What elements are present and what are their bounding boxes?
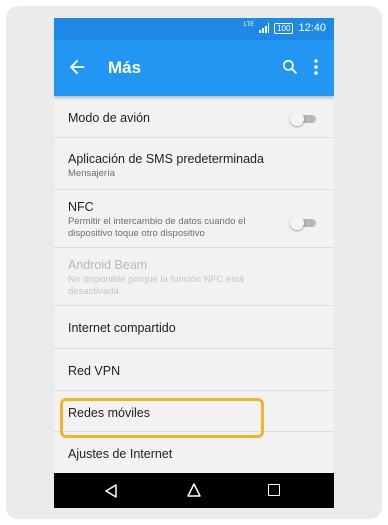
highlight-box bbox=[60, 398, 264, 438]
item-subtitle: Permitir el intercambio de datos cuando … bbox=[68, 216, 246, 239]
item-subtitle: Mensajería bbox=[68, 168, 115, 179]
nav-back-icon[interactable] bbox=[104, 483, 118, 499]
nav-home-icon[interactable] bbox=[186, 482, 202, 498]
phone-screen: LTE 100 12:40 Más Modo de avión Aplicaci… bbox=[54, 18, 334, 508]
network-type: LTE bbox=[243, 22, 255, 28]
app-bar: Más bbox=[54, 40, 334, 96]
item-title: Internet compartido bbox=[68, 321, 176, 335]
signal-icon bbox=[259, 23, 270, 33]
toggle-switch[interactable] bbox=[290, 216, 316, 230]
search-icon[interactable] bbox=[280, 57, 300, 77]
more-vert-icon[interactable] bbox=[309, 57, 323, 77]
item-title: Red VPN bbox=[68, 364, 121, 378]
item-subtitle: No disponible porque la función NFC está… bbox=[68, 274, 244, 297]
list-item-default-sms[interactable]: Aplicación de SMS predeterminada Mensaje… bbox=[54, 138, 334, 190]
page-title: Más bbox=[108, 58, 142, 77]
item-title: Modo de avión bbox=[68, 111, 151, 125]
list-item-tethering[interactable]: Internet compartido bbox=[54, 306, 334, 349]
switch-thumb bbox=[290, 112, 304, 126]
status-bar: LTE 100 12:40 bbox=[54, 18, 334, 40]
item-title: Android Beam bbox=[68, 258, 148, 272]
nav-recents-icon[interactable] bbox=[268, 484, 280, 496]
list-item-vpn[interactable]: Red VPN bbox=[54, 349, 334, 391]
item-title: NFC bbox=[68, 200, 94, 214]
item-title: Aplicación de SMS predeterminada bbox=[68, 152, 264, 166]
switch-thumb bbox=[290, 216, 304, 230]
item-title: Ajustes de Internet bbox=[68, 447, 173, 461]
toggle-switch[interactable] bbox=[290, 112, 316, 126]
list-item-nfc[interactable]: NFC Permitir el intercambio de datos cua… bbox=[54, 190, 334, 248]
status-indicators: LTE 100 12:40 bbox=[244, 21, 326, 35]
list-item-android-beam: Android Beam No disponible porque la fun… bbox=[54, 248, 334, 306]
list-item-airplane-mode[interactable]: Modo de avión bbox=[54, 96, 334, 138]
list-item-internet-settings[interactable]: Ajustes de Internet bbox=[54, 432, 334, 473]
battery-icon: 100 bbox=[274, 22, 294, 34]
navigation-bar bbox=[54, 473, 334, 508]
clock: 12:40 bbox=[298, 22, 326, 34]
arrow-back-icon[interactable] bbox=[66, 56, 88, 78]
